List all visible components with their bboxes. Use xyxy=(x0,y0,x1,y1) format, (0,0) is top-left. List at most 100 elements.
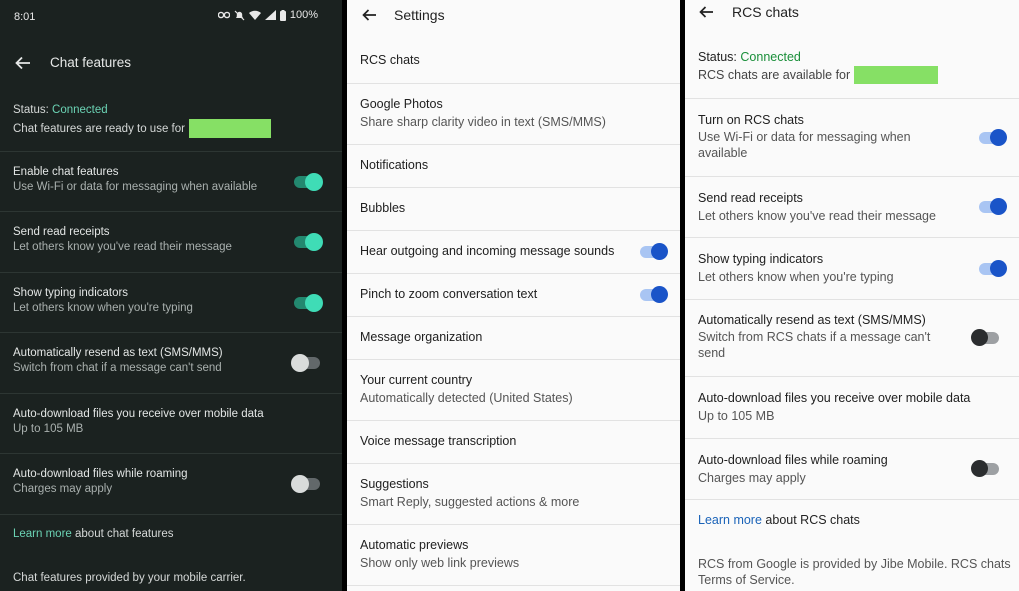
rcs-toggle[interactable] xyxy=(979,128,1007,146)
divider xyxy=(0,514,342,515)
settings-item-label: Bubbles xyxy=(360,201,406,215)
status-block: Status: Connected Chat features are read… xyxy=(0,92,342,150)
settings-item-voice-transcription[interactable]: Voice message transcription xyxy=(347,420,680,463)
battery-icon xyxy=(279,9,286,21)
settings-item-message-organization[interactable]: Message organization xyxy=(347,316,680,359)
page-title: Chat features xyxy=(50,55,132,70)
setting-enable-chat-features[interactable]: Enable chat features Use Wi-Fi or data f… xyxy=(0,151,342,211)
redacted-number xyxy=(854,66,939,84)
enable-chat-toggle[interactable] xyxy=(294,172,323,191)
setting-title: Show typing indicators xyxy=(698,252,824,266)
status-label: Status: xyxy=(13,104,49,116)
redacted-number xyxy=(188,119,271,138)
mute-bell-icon xyxy=(234,10,245,20)
wifi-icon xyxy=(248,10,261,20)
setting-title: Automatically resend as text (SMS/MMS) xyxy=(698,313,926,327)
learn-more-rest: about RCS chats xyxy=(761,513,860,527)
settings-item-label: Message organization xyxy=(360,330,483,344)
settings-item-pinch-zoom[interactable]: Pinch to zoom conversation text xyxy=(347,273,680,316)
pinch-zoom-toggle[interactable] xyxy=(640,286,668,303)
status-icons: 100% xyxy=(217,9,318,21)
setting-send-read-receipts[interactable]: Send read receipts Let others know you'v… xyxy=(0,211,342,272)
setting-subtitle: Switch from RCS chats if a message can't… xyxy=(698,330,931,360)
footer-text: Chat features provided by your mobile ca… xyxy=(13,572,246,584)
divider xyxy=(347,585,680,591)
setting-title: Auto-download files you receive over mob… xyxy=(698,391,971,405)
battery-percent: 100% xyxy=(289,9,318,21)
settings-item-bubbles[interactable]: Bubbles xyxy=(347,187,680,230)
settings-item-rcs-chats[interactable]: RCS chats xyxy=(347,40,680,83)
setting-subtitle: Switch from chat if a message can't send xyxy=(13,362,222,374)
settings-item-google-photos[interactable]: Google Photos Share sharp clarity video … xyxy=(347,83,680,144)
footer-text: RCS from Google is provided by Jibe Mobi… xyxy=(698,557,1011,587)
setting-subtitle: Use Wi-Fi or data for messaging when ava… xyxy=(698,130,911,160)
setting-title: Turn on RCS chats xyxy=(698,113,804,127)
page-title: Settings xyxy=(394,7,445,23)
learn-more-line: Learn more about chat features xyxy=(13,528,173,540)
setting-auto-download-roaming[interactable]: Auto-download files while roaming Charge… xyxy=(0,453,342,514)
page-title: RCS chats xyxy=(732,4,799,20)
settings-item-suggestions[interactable]: Suggestions Smart Reply, suggested actio… xyxy=(347,463,680,524)
settings-item-label: Automatic previews xyxy=(360,538,469,552)
settings-item-label: Pinch to zoom conversation text xyxy=(360,287,538,301)
settings-item-current-country[interactable]: Your current country Automatically detec… xyxy=(347,359,680,420)
learn-more-rest: about chat features xyxy=(71,528,174,540)
settings-screen: Settings RCS chats Google Photos Share s… xyxy=(347,0,680,591)
setting-auto-download-mobile[interactable]: Auto-download files you receive over mob… xyxy=(0,393,342,453)
status-time: 8:01 xyxy=(14,11,36,23)
roaming-download-toggle[interactable] xyxy=(971,460,999,477)
setting-subtitle: Let others know when you're typing xyxy=(698,270,894,284)
divider xyxy=(685,499,1019,500)
settings-item-notifications[interactable]: Notifications xyxy=(347,144,680,187)
auto-resend-toggle[interactable] xyxy=(291,354,320,372)
settings-item-subtitle: Smart Reply, suggested actions & more xyxy=(360,495,580,509)
settings-item-label: Hear outgoing and incoming message sound… xyxy=(360,244,615,258)
typing-indicators-toggle[interactable] xyxy=(979,259,1007,277)
setting-turn-on-rcs[interactable]: Turn on RCS chats Use Wi-Fi or data for … xyxy=(685,98,1019,176)
available-text: RCS chats are available for xyxy=(698,68,851,82)
setting-send-read-receipts[interactable]: Send read receipts Let others know you'v… xyxy=(685,176,1019,237)
settings-item-label: Suggestions xyxy=(360,477,429,491)
read-receipts-toggle[interactable] xyxy=(294,233,323,251)
setting-title: Auto-download files while roaming xyxy=(698,453,888,467)
back-arrow-icon[interactable] xyxy=(361,7,377,23)
setting-subtitle: Let others know you've read their messag… xyxy=(13,241,232,253)
settings-item-label: Google Photos xyxy=(360,97,443,111)
setting-title: Auto-download files while roaming xyxy=(13,468,188,480)
read-receipts-toggle[interactable] xyxy=(979,198,1007,215)
back-arrow-icon[interactable] xyxy=(14,54,32,72)
setting-title: Show typing indicators xyxy=(13,287,129,299)
setting-auto-resend[interactable]: Automatically resend as text (SMS/MMS) S… xyxy=(0,332,342,393)
app-bar: RCS chats xyxy=(685,0,1019,30)
setting-title: Send read receipts xyxy=(13,226,110,238)
settings-item-automatic-previews[interactable]: Automatic previews Show only web link pr… xyxy=(347,524,680,585)
roaming-download-toggle[interactable] xyxy=(291,475,320,493)
setting-title: Auto-download files you receive over mob… xyxy=(13,408,264,420)
chat-features-screen: 8:01 100% Chat features Status: Connecte… xyxy=(0,0,342,591)
setting-auto-download-mobile[interactable]: Auto-download files you receive over mob… xyxy=(685,376,1019,438)
setting-subtitle: Up to 105 MB xyxy=(13,423,84,435)
signal-icon xyxy=(264,10,276,20)
message-sounds-toggle[interactable] xyxy=(640,243,668,260)
link-icon xyxy=(217,11,230,19)
settings-item-message-sounds[interactable]: Hear outgoing and incoming message sound… xyxy=(347,230,680,273)
ready-line: Chat features are ready to use for xyxy=(13,119,329,138)
status-bar: 8:01 100% xyxy=(0,0,342,34)
learn-more-link[interactable]: Learn more xyxy=(13,528,72,540)
status-line: Status: Connected xyxy=(13,104,329,116)
typing-indicators-toggle[interactable] xyxy=(294,293,323,312)
status-block: Status: Connected RCS chats are availabl… xyxy=(685,43,1019,98)
setting-subtitle: Charges may apply xyxy=(698,471,806,485)
setting-subtitle: Use Wi-Fi or data for messaging when ava… xyxy=(13,181,258,193)
setting-auto-download-roaming[interactable]: Auto-download files while roaming Charge… xyxy=(685,438,1019,499)
auto-resend-toggle[interactable] xyxy=(971,329,999,346)
setting-auto-resend[interactable]: Automatically resend as text (SMS/MMS) S… xyxy=(685,299,1019,376)
back-arrow-icon[interactable] xyxy=(698,4,714,20)
setting-typing-indicators[interactable]: Show typing indicators Let others know w… xyxy=(0,272,342,332)
learn-more-link[interactable]: Learn more xyxy=(698,513,762,527)
rcs-chats-screen: RCS chats Status: Connected RCS chats ar… xyxy=(685,0,1019,591)
learn-more-line: Learn more about RCS chats xyxy=(698,513,860,527)
status-line: Status: Connected xyxy=(698,50,1006,64)
setting-typing-indicators[interactable]: Show typing indicators Let others know w… xyxy=(685,237,1019,299)
setting-subtitle: Charges may apply xyxy=(13,483,113,495)
